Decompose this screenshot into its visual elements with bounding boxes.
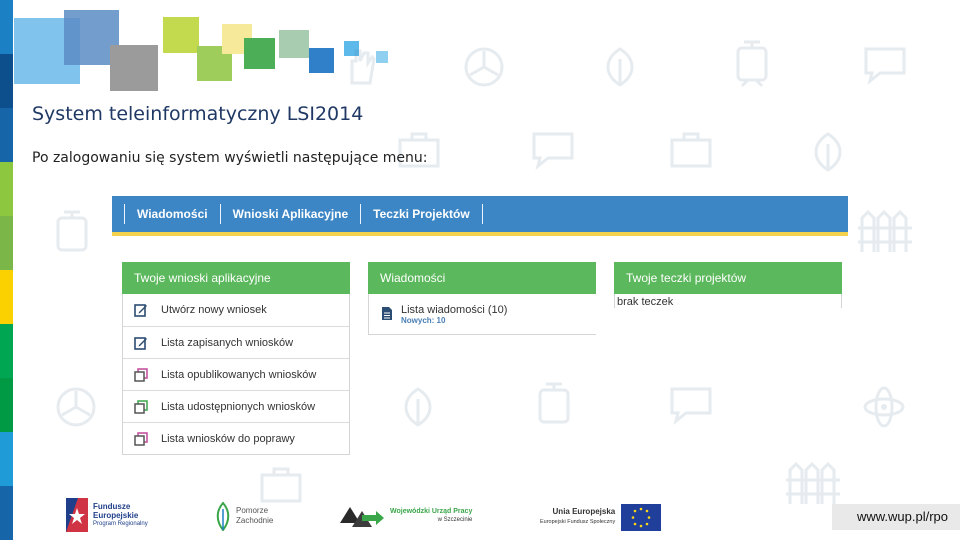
fundusze-europejskie-logo: Fundusze Europejskie Program Regionalny [66,497,178,533]
messages-label: Lista wiadomości (10) [401,304,508,316]
menu-item-create-application[interactable]: Utwórz nowy wniosek [123,294,349,326]
eu-flag-icon [621,503,662,531]
panel-wiadomosci: Wiadomości Lista wiadomości (10) Nowych:… [368,262,596,335]
nav-separator [219,204,221,224]
menu-item-published-applications[interactable]: Lista opublikowanych wniosków [123,358,349,390]
windmill-icon [464,47,504,87]
menu-item-label: Lista opublikowanych wniosków [161,368,317,381]
panel-teczki-list: brak teczek [614,294,842,308]
speech-bubble-icon [532,132,574,170]
nav-separator [124,204,125,224]
wup-emblem-icon [340,507,384,527]
fe-line1: Fundusze [93,501,131,511]
panel-wnioski-list: Utwórz nowy wniosek Lista zapisanych wni… [122,294,350,455]
deco-square [163,17,199,53]
windmill-icon [56,387,96,427]
copy-icon [134,431,148,446]
deco-square [279,30,309,58]
fe-star-icon [66,498,88,532]
deco-square [110,45,158,91]
copy-icon [134,367,148,382]
edit-icon [134,304,147,317]
unia-europejska-logo: Unia Europejska Europejski Fundusz Społe… [540,503,674,531]
menu-item-messages[interactable]: Lista wiadomości (10) Nowych: 10 [369,294,596,334]
panel-teczki: Twoje teczki projektów brak teczek [614,262,842,308]
wup-line1: Wojewódzki Urząd Pracy [390,508,473,515]
fe-line3: Program Regionalny [93,520,148,527]
pomorze-line2: Zachodnie [236,516,274,525]
left-color-stripe [0,0,13,540]
edit-icon [134,336,147,350]
pomorze-leaf-icon [216,501,230,531]
deco-square [309,48,334,73]
panel-wiadomosci-list: Lista wiadomości (10) Nowych: 10 [368,294,596,335]
hand-icon [350,49,376,85]
website-url[interactable]: www.wup.pl/rpo [832,504,960,530]
deco-square [244,38,275,69]
panel-wnioski-title: Twoje wnioski aplikacyjne [122,262,350,294]
menu-item-saved-applications[interactable]: Lista zapisanych wniosków [123,326,349,358]
app-navbar: Wiadomości Wnioski Aplikacyjne Teczki Pr… [112,196,848,236]
menu-item-label: Lista wniosków do poprawy [161,432,295,445]
document-icon [382,307,392,320]
speech-bubble-icon [670,387,712,425]
nav-item-wnioski[interactable]: Wnioski Aplikacyjne [233,207,349,221]
panel-wiadomosci-title: Wiadomości [368,262,596,294]
briefcase-icon [260,467,302,503]
fence-icon [858,209,912,252]
nav-separator [481,204,483,224]
ue-line2: Europejski Fundusz Społeczny [540,519,616,525]
nav-item-wiadomosci[interactable]: Wiadomości [137,207,208,221]
tram-icon [56,210,88,252]
speech-bubble-icon [864,47,906,85]
empty-folders-text: brak teczek [617,296,674,308]
pomorze-zachodnie-logo: Pomorze Zachodnie [214,500,284,532]
slide-subtitle: Po zalogowaniu się system wyświetli nast… [32,150,428,166]
leaf-icon [606,47,634,87]
leaf-icon [404,387,432,427]
menu-item-label: Lista zapisanych wniosków [161,336,294,349]
fence-icon [786,461,840,504]
nav-item-teczki[interactable]: Teczki Projektów [373,207,469,221]
menu-item-applications-to-fix[interactable]: Lista wniosków do poprawy [123,422,349,454]
panel-teczki-title: Twoje teczki projektów [614,262,842,294]
briefcase-icon [670,132,712,168]
atom-icon [863,386,905,428]
messages-new-count: Nowych: 10 [401,316,446,325]
menu-item-label: Lista udostępnionych wniosków [161,400,316,413]
fe-line2: Europejskie [93,510,139,520]
panel-wnioski: Twoje wnioski aplikacyjne Utwórz nowy wn… [122,262,350,455]
wup-logo: Wojewódzki Urząd Pracy w Szczecinie [338,500,480,532]
menu-item-label: Utwórz nowy wniosek [161,304,267,316]
share-icon [134,399,148,414]
menu-item-shared-applications[interactable]: Lista udostępnionych wniosków [123,390,349,422]
nav-separator [360,204,362,224]
leaf-icon [814,132,842,172]
wup-line2: w Szczecinie [437,517,473,523]
tram-icon [736,40,768,88]
tram-icon [538,382,570,424]
pomorze-line1: Pomorze [236,506,269,515]
slide-title: System teleinformatyczny LSI2014 [32,103,364,125]
ue-line1: Unia Europejska [552,507,616,516]
